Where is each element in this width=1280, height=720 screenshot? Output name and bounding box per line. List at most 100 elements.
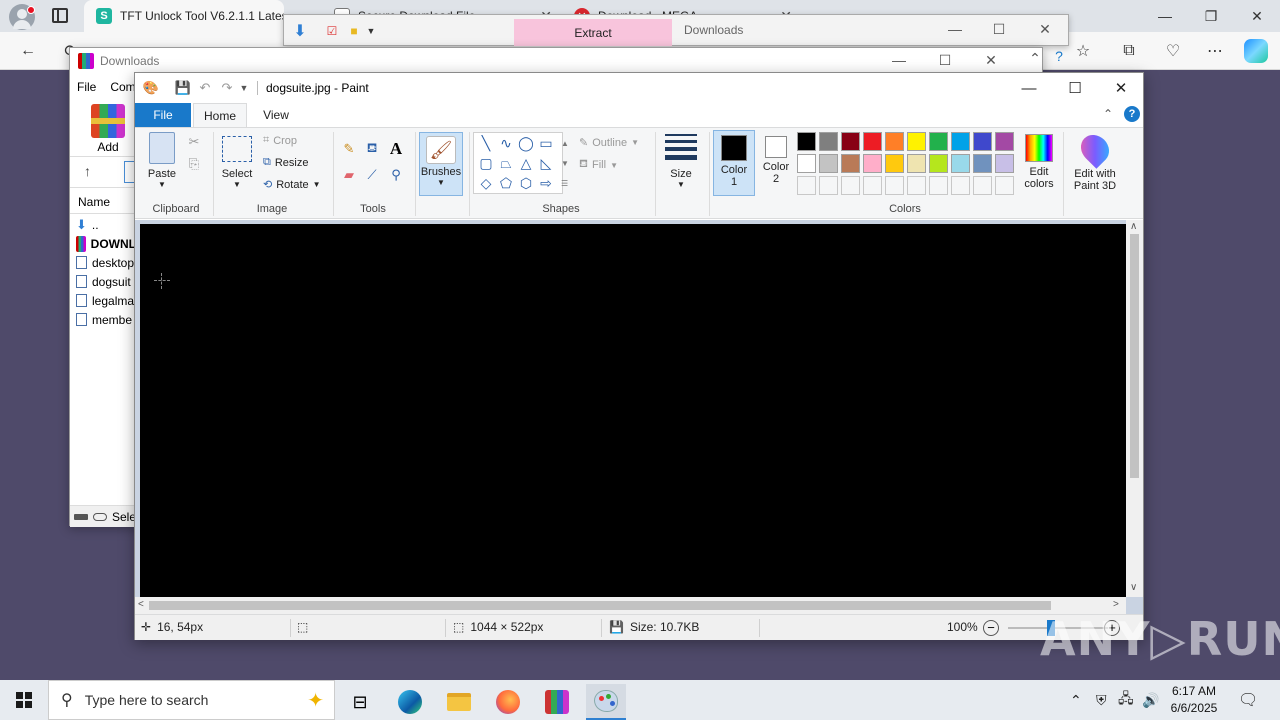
scroll-down-icon[interactable]: ∨ [1130, 582, 1137, 593]
palette-swatch[interactable] [973, 132, 992, 151]
key-icon[interactable] [92, 512, 107, 521]
maximize-button[interactable]: ☐ [984, 21, 1014, 38]
palette-swatch[interactable] [929, 132, 948, 151]
undo-icon[interactable]: ↶ [197, 80, 213, 96]
properties-icon[interactable]: ☑ [324, 21, 340, 41]
back-arrow-icon[interactable]: ← [15, 38, 41, 64]
column-header-name[interactable]: Name [70, 190, 136, 214]
eraser-icon[interactable]: ▰ [340, 166, 358, 184]
palette-swatch[interactable] [819, 132, 838, 151]
custom-color-slot[interactable] [907, 176, 926, 195]
redo-icon[interactable]: ↷ [219, 80, 235, 96]
scroll-thumb[interactable] [149, 601, 1051, 610]
palette-swatch[interactable] [951, 132, 970, 151]
color-picker-icon[interactable]: ⟋ [363, 166, 381, 184]
volume-icon[interactable]: 🔊 [1142, 680, 1159, 720]
custom-color-slot[interactable] [863, 176, 882, 195]
custom-color-slot[interactable] [841, 176, 860, 195]
minimize-button[interactable]: — [884, 52, 914, 68]
palette-swatch[interactable] [819, 154, 838, 173]
firefox-icon[interactable] [488, 684, 528, 720]
tab-view[interactable]: View [251, 103, 301, 127]
palette-swatch[interactable] [907, 132, 926, 151]
collapse-ribbon-icon[interactable]: ⌃ [1103, 107, 1113, 121]
download-arrow-icon[interactable]: ⬇ [290, 21, 310, 41]
list-item[interactable]: DOWNL [76, 234, 136, 253]
palette-swatch[interactable] [995, 132, 1014, 151]
vertical-scrollbar[interactable]: ∧ ∨ [1126, 220, 1143, 597]
palette-swatch[interactable] [885, 154, 904, 173]
file-explorer-icon[interactable] [439, 684, 479, 720]
palette-swatch[interactable] [863, 132, 882, 151]
scroll-right-icon[interactable]: > [1113, 599, 1119, 610]
extract-tab[interactable]: Extract [514, 19, 672, 46]
zoom-out-icon[interactable]: − [983, 620, 999, 636]
rounded-rect-shape-icon[interactable]: ▢ [476, 154, 496, 172]
custom-color-slot[interactable] [819, 176, 838, 195]
winrar-taskbar-icon[interactable] [537, 684, 577, 720]
fill-button[interactable]: ⛾ Fill ▼ [579, 158, 618, 172]
list-item[interactable]: desktop [76, 253, 136, 272]
custom-color-slot[interactable] [929, 176, 948, 195]
maximize-button[interactable]: ☐ [1052, 73, 1098, 103]
show-hidden-icons-chevron-icon[interactable]: ⌃ [1070, 680, 1082, 720]
menu-file[interactable]: File [77, 80, 96, 94]
horizontal-scrollbar[interactable]: < > [135, 597, 1126, 614]
oval-shape-icon[interactable]: ◯ [516, 134, 536, 152]
collections-icon[interactable]: ⧉ [1116, 38, 1142, 64]
edge-browser-icon[interactable] [390, 684, 430, 720]
customize-dropdown-icon[interactable]: ▼ [239, 80, 249, 96]
copilot-icon[interactable] [1244, 39, 1268, 63]
gallery-scroll-icon[interactable]: ▲ ▼ ☰ [561, 134, 569, 194]
line-shape-icon[interactable]: ╲ [476, 134, 496, 152]
rectangle-shape-icon[interactable]: ▭ [536, 134, 556, 152]
resize-button[interactable]: ⧉ Resize [263, 156, 308, 169]
copy-icon[interactable]: ⎘ [185, 155, 203, 173]
scroll-left-icon[interactable]: < [138, 599, 144, 610]
list-item[interactable]: ⬇ .. [76, 215, 136, 234]
task-view-icon[interactable]: ⊟ [340, 684, 380, 720]
brushes-button[interactable]: 🖌 Brushes ▼ [419, 132, 463, 196]
help-icon[interactable]: ? [1044, 48, 1074, 64]
add-button[interactable]: Add [84, 104, 132, 154]
custom-color-slot[interactable] [797, 176, 816, 195]
security-icon[interactable]: ⛨ [1096, 680, 1107, 720]
more-menu-icon[interactable]: ⋯ [1202, 38, 1228, 64]
shapes-gallery[interactable]: ╲ ∿ ◯ ▭ ▢ ⏢ △ ◺ ◇ ⬠ ⬡ ⇨ [473, 132, 563, 194]
fill-bucket-icon[interactable]: ⛾ [363, 140, 381, 158]
tab-actions-icon[interactable] [52, 8, 68, 23]
maximize-button[interactable]: ☐ [930, 52, 960, 69]
minimize-button[interactable]: — [940, 21, 970, 37]
start-button[interactable] [0, 680, 48, 720]
palette-swatch[interactable] [885, 132, 904, 151]
palette-swatch[interactable] [907, 154, 926, 173]
hexagon-shape-icon[interactable]: ⬡ [516, 174, 536, 192]
palette-swatch[interactable] [973, 154, 992, 173]
scroll-up-icon[interactable]: ∧ [1130, 221, 1137, 232]
palette-swatch[interactable] [863, 154, 882, 173]
arrow-shape-icon[interactable]: ⇨ [536, 174, 556, 192]
custom-color-slot[interactable] [951, 176, 970, 195]
folder-icon[interactable]: ■ [346, 21, 362, 41]
menu-commands[interactable]: Com [110, 80, 135, 94]
custom-color-slot[interactable] [995, 176, 1014, 195]
browser-close-button[interactable]: ✕ [1234, 0, 1280, 32]
cut-icon[interactable]: ✂ [185, 133, 203, 151]
palette-swatch[interactable] [929, 154, 948, 173]
size-button[interactable]: Size ▼ [661, 132, 701, 189]
close-button[interactable]: ✕ [1098, 73, 1144, 103]
color1-button[interactable]: Color 1 [713, 130, 755, 196]
palette-swatch[interactable] [797, 154, 816, 173]
close-button[interactable]: ✕ [1030, 21, 1060, 38]
performance-icon[interactable]: ♡ [1160, 38, 1186, 64]
outline-button[interactable]: ✎ Outline ▼ [579, 136, 639, 150]
network-icon[interactable]: 🖧 [1118, 680, 1134, 720]
diamond-shape-icon[interactable]: ◇ [476, 174, 496, 192]
edit-colors-button[interactable]: Edit colors [1019, 132, 1059, 190]
help-icon[interactable]: ? [1124, 106, 1140, 122]
tab-file[interactable]: File [135, 103, 191, 127]
color2-button[interactable]: Color 2 [757, 136, 795, 196]
pentagon-shape-icon[interactable]: ⬠ [496, 174, 516, 192]
right-triangle-shape-icon[interactable]: ◺ [536, 154, 556, 172]
custom-color-slot[interactable] [885, 176, 904, 195]
